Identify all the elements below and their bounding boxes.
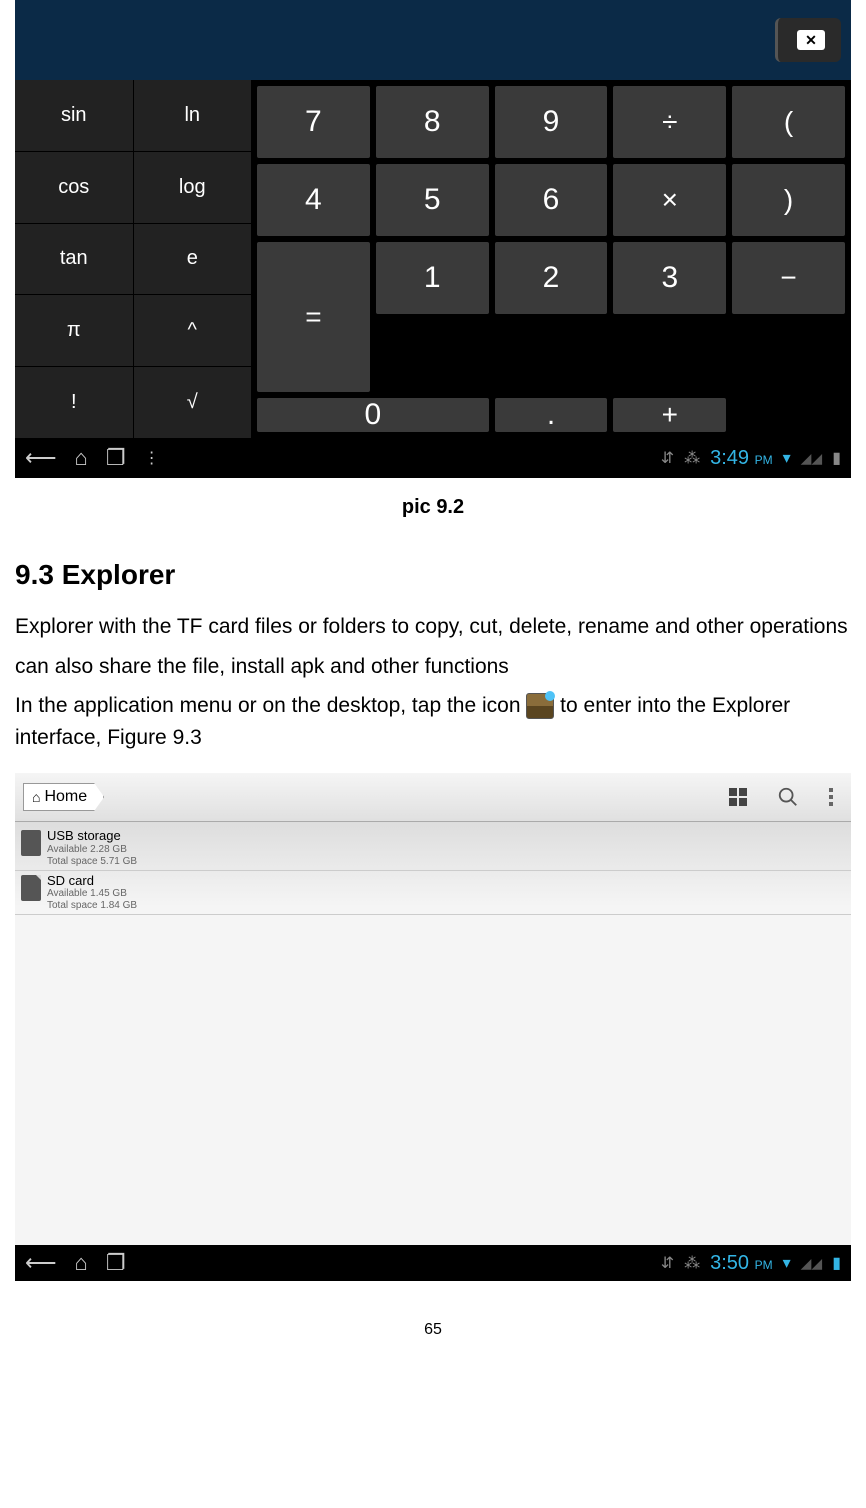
recent-icon[interactable]: ❐ [106, 1250, 126, 1276]
back-icon[interactable]: ⟵ [25, 445, 57, 471]
sci-key-e[interactable]: e [134, 224, 252, 295]
usb-icon: ⇵ [661, 448, 674, 468]
home-label: Home [44, 788, 87, 806]
home-icon[interactable]: ⌂ [75, 1250, 88, 1276]
num-key-1[interactable]: 1 [376, 242, 489, 314]
scientific-panel: sinlncoslogtaneπ^!√ [15, 80, 251, 438]
overflow-menu-icon[interactable] [829, 788, 833, 806]
sci-key-ln[interactable]: ln [134, 80, 252, 151]
figure-caption: pic 9.2 [15, 496, 851, 519]
num-key-.[interactable]: . [495, 398, 608, 432]
sci-key-π[interactable]: π [15, 295, 133, 366]
num-key-([interactable]: ( [732, 86, 845, 158]
num-key-+[interactable]: + [613, 398, 726, 432]
paragraph-2: can also share the file, install apk and… [15, 651, 851, 683]
calculator-screenshot: ✕ sinlncoslogtaneπ^!√ 789÷(456×) 123− = 0.+… [15, 0, 851, 478]
calculator-display: ✕ [15, 0, 851, 80]
sci-key-tan[interactable]: tan [15, 224, 133, 295]
clock-time: 3:49 PM [710, 447, 773, 470]
debug-icon: ⁂ [684, 1253, 700, 1273]
sci-key-![interactable]: ! [15, 367, 133, 438]
paragraph-1: Explorer with the TF card files or folde… [15, 611, 851, 643]
sci-key-cos[interactable]: cos [15, 152, 133, 223]
breadcrumb-home[interactable]: ⌂ Home [23, 783, 104, 811]
grid-view-icon[interactable] [729, 788, 747, 806]
num-key-4[interactable]: 4 [257, 164, 370, 236]
calculator-keypad: sinlncoslogtaneπ^!√ 789÷(456×) 123− = 0.+ [15, 80, 851, 438]
debug-icon: ⁂ [684, 448, 700, 468]
page-number: 65 [15, 1321, 851, 1339]
explorer-app-icon [526, 693, 554, 719]
explorer-list: USB storageAvailable 2.28 GBTotal space … [15, 822, 851, 1245]
num-key-−[interactable]: − [732, 242, 845, 314]
sci-key-√[interactable]: √ [134, 367, 252, 438]
house-icon: ⌂ [32, 789, 40, 805]
section-heading: 9.3 Explorer [15, 559, 851, 591]
num-key-)[interactable]: ) [732, 164, 845, 236]
usb-icon: ⇵ [661, 1253, 674, 1273]
storage-text: SD cardAvailable 1.45 GBTotal space 1.84… [47, 873, 137, 913]
back-icon[interactable]: ⟵ [25, 1250, 57, 1276]
wifi-icon: ▾ [783, 448, 791, 468]
num-key-=[interactable]: = [257, 242, 370, 392]
backspace-button[interactable]: ✕ [775, 18, 841, 62]
num-key-×[interactable]: × [613, 164, 726, 236]
numeric-panel: 789÷(456×) 123− = 0.+ [251, 80, 851, 438]
storage-item[interactable]: USB storageAvailable 2.28 GBTotal space … [15, 826, 851, 871]
search-icon[interactable] [777, 786, 799, 808]
num-key-5[interactable]: 5 [376, 164, 489, 236]
num-key-÷[interactable]: ÷ [613, 86, 726, 158]
storage-text: USB storageAvailable 2.28 GBTotal space … [47, 828, 137, 868]
storage-item[interactable]: SD cardAvailable 1.45 GBTotal space 1.84… [15, 871, 851, 916]
battery-icon: ▮ [832, 1253, 841, 1273]
signal-icon: ◢◢ [801, 450, 823, 467]
num-key-9[interactable]: 9 [495, 86, 608, 158]
sd-card-icon [21, 875, 41, 901]
home-icon[interactable]: ⌂ [75, 445, 88, 471]
android-navbar: ⟵ ⌂ ❐ ⋮ ⇵ ⁂ 3:49 PM ▾ ◢◢ ▮ [15, 438, 851, 478]
num-key-3[interactable]: 3 [613, 242, 726, 314]
paragraph-3: In the application menu or on the deskto… [15, 690, 851, 753]
explorer-toolbar: ⌂ Home [15, 773, 851, 822]
num-key-6[interactable]: 6 [495, 164, 608, 236]
num-key-7[interactable]: 7 [257, 86, 370, 158]
explorer-screenshot: ⌂ Home USB storageAvailable 2.28 GBTotal… [15, 773, 851, 1281]
num-key-2[interactable]: 2 [495, 242, 608, 314]
backspace-icon: ✕ [797, 30, 825, 50]
sci-key-^[interactable]: ^ [134, 295, 252, 366]
battery-icon: ▮ [832, 448, 841, 468]
wifi-icon: ▾ [783, 1253, 791, 1273]
android-navbar-2: ⟵ ⌂ ❐ ⇵ ⁂ 3:50 PM ▾ ◢◢ ▮ [15, 1245, 851, 1281]
num-key-0[interactable]: 0 [257, 398, 489, 432]
signal-icon: ◢◢ [801, 1255, 823, 1272]
num-key-8[interactable]: 8 [376, 86, 489, 158]
sci-key-sin[interactable]: sin [15, 80, 133, 151]
recent-icon[interactable]: ❐ [106, 445, 126, 471]
menu-icon[interactable]: ⋮ [144, 448, 160, 468]
clock-time-2: 3:50 PM [710, 1252, 773, 1275]
sci-key-log[interactable]: log [134, 152, 252, 223]
usb-storage-icon [21, 830, 41, 856]
